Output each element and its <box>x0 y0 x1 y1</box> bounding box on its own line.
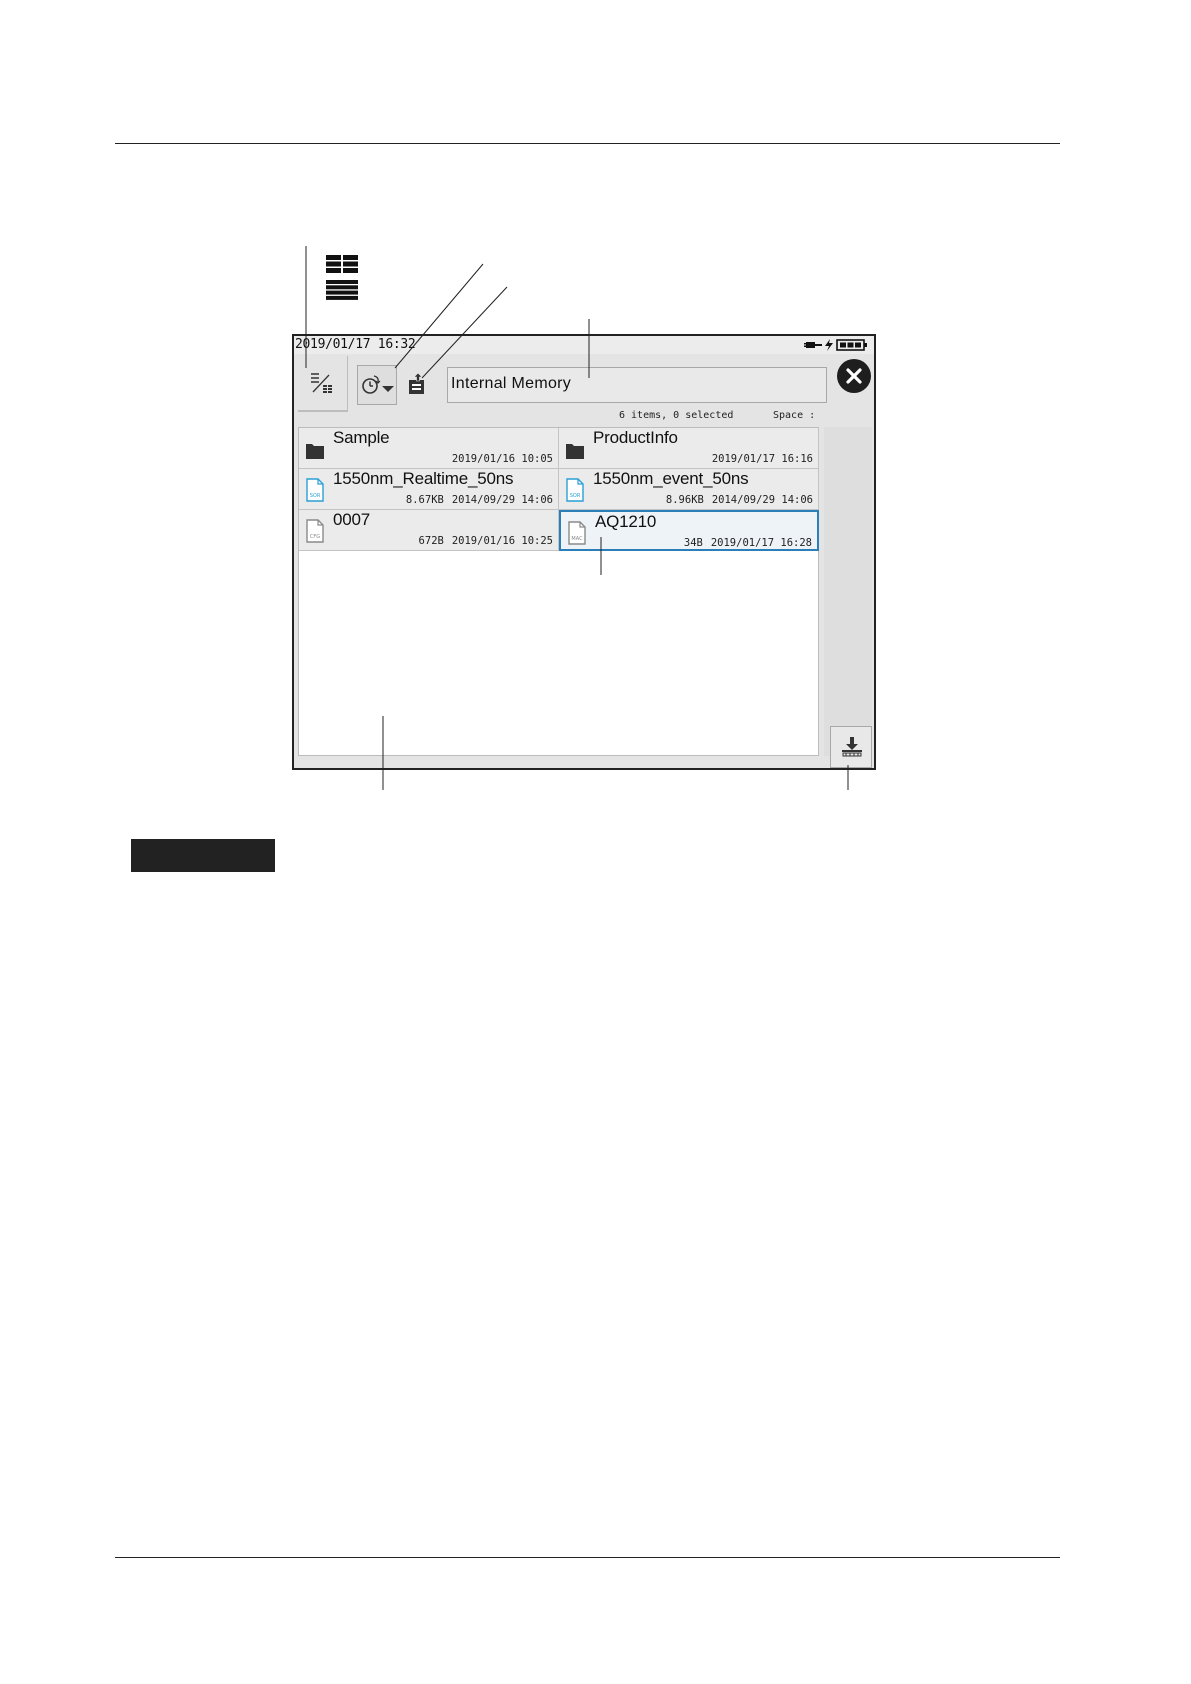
file-date: 2014/09/29 14:06 <box>711 494 813 506</box>
battery-charging-icon <box>804 339 867 351</box>
file-item[interactable]: Sample 2019/01/16 10:05 <box>299 428 559 469</box>
file-size: 34B <box>683 537 703 549</box>
clock-sort-icon <box>362 375 394 394</box>
file-name: 1550nm_Realtime_50ns <box>333 469 514 488</box>
folder-icon <box>306 444 324 459</box>
section-label-bar <box>131 839 275 872</box>
file-name: 0007 <box>333 510 371 529</box>
file-name: AQ1210 <box>595 512 657 531</box>
current-path: Internal Memory <box>451 375 572 392</box>
file-meta: 8.67KB 2014/09/29 14:06 <box>406 494 553 506</box>
page-bottom-rule <box>115 1557 1060 1558</box>
grid-view-icon <box>326 255 358 273</box>
page-top-rule <box>115 143 1060 144</box>
status-bar: 2019/01/17 16:32 <box>294 336 874 354</box>
file-name: 1550nm_event_50ns <box>593 469 749 488</box>
sort-button[interactable] <box>357 365 397 405</box>
side-rail <box>824 427 872 756</box>
path-field[interactable]: Internal Memory <box>447 367 827 403</box>
file-size: 8.67KB <box>405 494 444 506</box>
file-date: 2019/01/17 16:16 <box>711 453 813 465</box>
file-meta: 2019/01/17 16:16 <box>712 453 813 465</box>
file-browser-screen: 2019/01/17 16:32 Internal Memory 6 items… <box>292 334 876 770</box>
file-date: 2014/09/29 14:06 <box>451 494 553 506</box>
file-item[interactable]: SOR 1550nm_event_50ns 8.96KB 2014/09/29 14:… <box>559 469 819 510</box>
view-toggle-button[interactable] <box>298 356 348 412</box>
file-size: 8.96KB <box>665 494 704 506</box>
mac-file-icon: MAC <box>568 521 586 545</box>
svg-text:SOR: SOR <box>310 493 321 499</box>
file-size: 672B <box>418 535 444 547</box>
svg-text:CFG: CFG <box>310 534 320 540</box>
space-label: Space : <box>773 410 816 421</box>
sor-file-icon: SOR <box>566 478 584 502</box>
save-to-icon <box>842 737 862 757</box>
file-item[interactable]: ProductInfo 2019/01/17 16:16 <box>559 428 819 469</box>
file-item[interactable]: MAC AQ1210 34B 2019/01/17 16:28 <box>559 510 819 551</box>
view-mode-icon <box>311 373 332 393</box>
file-date: 2019/01/17 16:28 <box>710 537 812 549</box>
file-name: Sample <box>333 428 390 447</box>
file-name: ProductInfo <box>593 428 678 447</box>
parent-folder-icon[interactable] <box>406 372 428 396</box>
svg-text:SOR: SOR <box>570 493 581 499</box>
file-date: 2019/01/16 10:05 <box>451 453 553 465</box>
clock: 2019/01/17 16:32 <box>295 337 416 352</box>
file-date: 2019/01/16 10:25 <box>451 535 553 547</box>
file-meta: 2019/01/16 10:05 <box>452 453 553 465</box>
cfg-file-icon: CFG <box>306 519 324 543</box>
file-item[interactable]: CFG 0007 672B 2019/01/16 10:25 <box>299 510 559 551</box>
folder-icon <box>566 444 584 459</box>
file-meta: 672B 2019/01/16 10:25 <box>419 535 553 547</box>
list-view-icon <box>326 280 358 300</box>
close-icon <box>846 368 862 384</box>
file-list[interactable]: Sample 2019/01/16 10:05 ProductInfo 2019/01… <box>298 427 819 756</box>
sor-file-icon: SOR <box>306 478 324 502</box>
svg-text:MAC: MAC <box>571 536 583 542</box>
file-meta: 8.96KB 2014/09/29 14:06 <box>666 494 813 506</box>
item-count: 6 items, 0 selected <box>619 410 734 421</box>
save-button[interactable] <box>830 726 872 768</box>
file-item[interactable]: SOR 1550nm_Realtime_50ns 8.67KB 2014/09/29 … <box>299 469 559 510</box>
file-meta: 34B 2019/01/17 16:28 <box>684 537 812 549</box>
close-button[interactable] <box>837 359 871 393</box>
